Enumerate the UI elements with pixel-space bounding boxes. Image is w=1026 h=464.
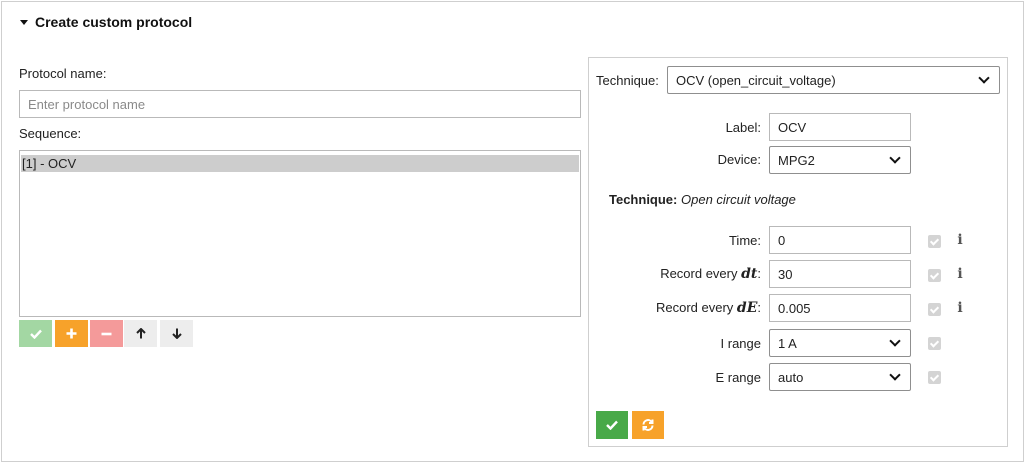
technique-select-value: OCV (open_circuit_voltage) bbox=[676, 72, 836, 88]
device-select-value: MPG2 bbox=[778, 152, 815, 168]
record-dt-label-math: dt bbox=[741, 266, 758, 282]
check-icon bbox=[29, 329, 42, 339]
section-header-toggle[interactable]: Create custom protocol bbox=[20, 14, 192, 30]
record-dt-label: Record every dt: bbox=[600, 266, 761, 282]
record-de-label-prefix: Record every bbox=[655, 300, 737, 315]
e-range-value: auto bbox=[778, 369, 804, 385]
protocol-name-input[interactable] bbox=[19, 90, 581, 118]
record-de-label: Record every dE: bbox=[600, 300, 761, 316]
plus-icon bbox=[66, 328, 77, 339]
record-de-label-math: dE bbox=[736, 300, 758, 316]
sequence-item[interactable]: [1] - OCV bbox=[21, 155, 579, 172]
record-dt-input[interactable] bbox=[769, 260, 911, 288]
sequence-label: Sequence: bbox=[19, 126, 82, 141]
reset-technique-button[interactable] bbox=[632, 411, 664, 439]
chevron-down-icon bbox=[889, 335, 901, 347]
i-range-label: I range bbox=[720, 336, 761, 351]
technique-description-prefix: Technique: bbox=[609, 192, 678, 207]
time-info-icon[interactable]: i bbox=[955, 232, 965, 248]
step-label-input[interactable] bbox=[769, 113, 911, 141]
e-range-checkbox[interactable] bbox=[928, 371, 941, 384]
remove-step-button[interactable] bbox=[90, 320, 123, 347]
record-dt-checkbox[interactable] bbox=[928, 269, 941, 282]
record-de-input[interactable] bbox=[769, 294, 911, 322]
time-label: Time: bbox=[728, 233, 761, 248]
chevron-down-icon bbox=[978, 72, 990, 84]
arrow-down-icon bbox=[171, 328, 182, 339]
refresh-icon bbox=[642, 419, 654, 431]
sequence-list[interactable]: [1] - OCV bbox=[19, 150, 581, 317]
record-de-label-suffix: : bbox=[757, 300, 761, 315]
move-down-button[interactable] bbox=[160, 320, 193, 347]
record-de-checkbox[interactable] bbox=[928, 303, 941, 316]
e-range-select[interactable]: auto bbox=[769, 363, 911, 391]
record-dt-info-icon[interactable]: i bbox=[955, 266, 965, 282]
i-range-checkbox[interactable] bbox=[928, 337, 941, 350]
i-range-value: 1 A bbox=[778, 335, 797, 351]
time-checkbox[interactable] bbox=[928, 235, 941, 248]
chevron-down-icon bbox=[889, 369, 901, 381]
technique-description-value: Open circuit voltage bbox=[681, 192, 796, 207]
device-label: Device: bbox=[717, 152, 761, 167]
add-step-button[interactable] bbox=[55, 320, 88, 347]
section-title: Create custom protocol bbox=[35, 14, 193, 30]
minus-icon bbox=[101, 332, 112, 335]
technique-label: Technique: bbox=[596, 73, 659, 88]
technique-description: Technique: Open circuit voltage bbox=[609, 192, 796, 207]
record-de-info-icon[interactable]: i bbox=[955, 300, 965, 316]
device-select[interactable]: MPG2 bbox=[769, 146, 911, 174]
i-range-select[interactable]: 1 A bbox=[769, 329, 911, 357]
step-label-label: Label: bbox=[725, 120, 761, 135]
technique-select[interactable]: OCV (open_circuit_voltage) bbox=[667, 66, 1000, 94]
check-icon bbox=[606, 420, 618, 430]
e-range-label: E range bbox=[715, 370, 761, 385]
confirm-sequence-button[interactable] bbox=[19, 320, 52, 347]
arrow-up-icon bbox=[135, 328, 146, 339]
time-input[interactable] bbox=[769, 226, 911, 254]
move-up-button[interactable] bbox=[124, 320, 157, 347]
record-dt-label-suffix: : bbox=[757, 266, 761, 281]
protocol-name-label: Protocol name: bbox=[19, 66, 107, 81]
record-dt-label-prefix: Record every bbox=[660, 266, 742, 281]
caret-down-icon bbox=[20, 19, 28, 25]
chevron-down-icon bbox=[889, 152, 901, 164]
confirm-technique-button[interactable] bbox=[596, 411, 628, 439]
